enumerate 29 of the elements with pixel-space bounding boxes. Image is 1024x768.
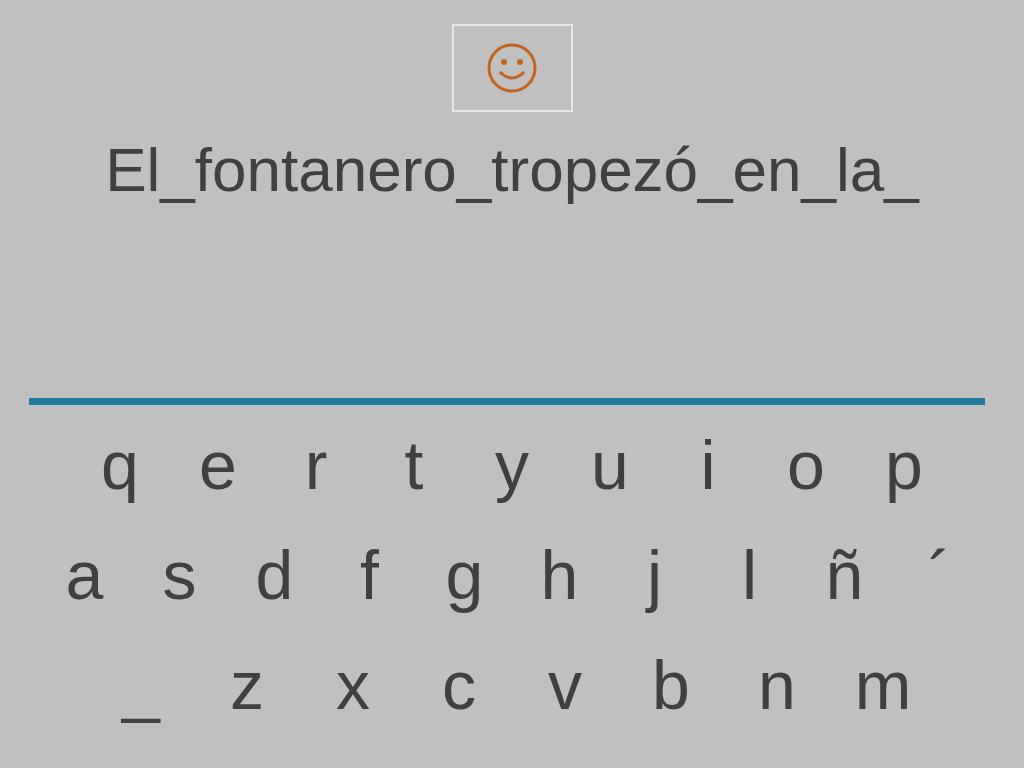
letter-key[interactable]: n (724, 639, 830, 731)
letter-key[interactable]: u (561, 419, 659, 511)
letter-key[interactable]: j (607, 529, 702, 621)
letter-key[interactable]: l (702, 529, 797, 621)
letter-key[interactable]: z (194, 639, 300, 731)
letter-key[interactable]: b (618, 639, 724, 731)
letter-key[interactable]: x (300, 639, 406, 731)
letter-key[interactable]: y (463, 419, 561, 511)
letter-key[interactable]: ñ (797, 529, 892, 621)
letter-key[interactable]: r (267, 419, 365, 511)
sentence-text: El_fontanero_tropezó_en_la_ (105, 134, 919, 206)
letter-key[interactable]: v (512, 639, 618, 731)
letter-key[interactable]: d (227, 529, 322, 621)
letter-key[interactable]: q (71, 419, 169, 511)
letter-key[interactable]: p (855, 419, 953, 511)
letter-key[interactable]: _ (88, 639, 194, 731)
letter-key[interactable]: g (417, 529, 512, 621)
letter-key[interactable]: s (132, 529, 227, 621)
letter-key[interactable]: i (659, 419, 757, 511)
letter-key[interactable]: e (169, 419, 267, 511)
letter-key[interactable]: m (830, 639, 936, 731)
smiley-icon (486, 42, 538, 94)
letter-key[interactable]: a (37, 529, 132, 621)
letter-key[interactable]: c (406, 639, 512, 731)
letter-key[interactable]: t (365, 419, 463, 511)
letter-key[interactable]: o (757, 419, 855, 511)
letter-key[interactable]: h (512, 529, 607, 621)
letter-key[interactable]: ´ (892, 529, 987, 621)
letter-key[interactable]: f (322, 529, 417, 621)
